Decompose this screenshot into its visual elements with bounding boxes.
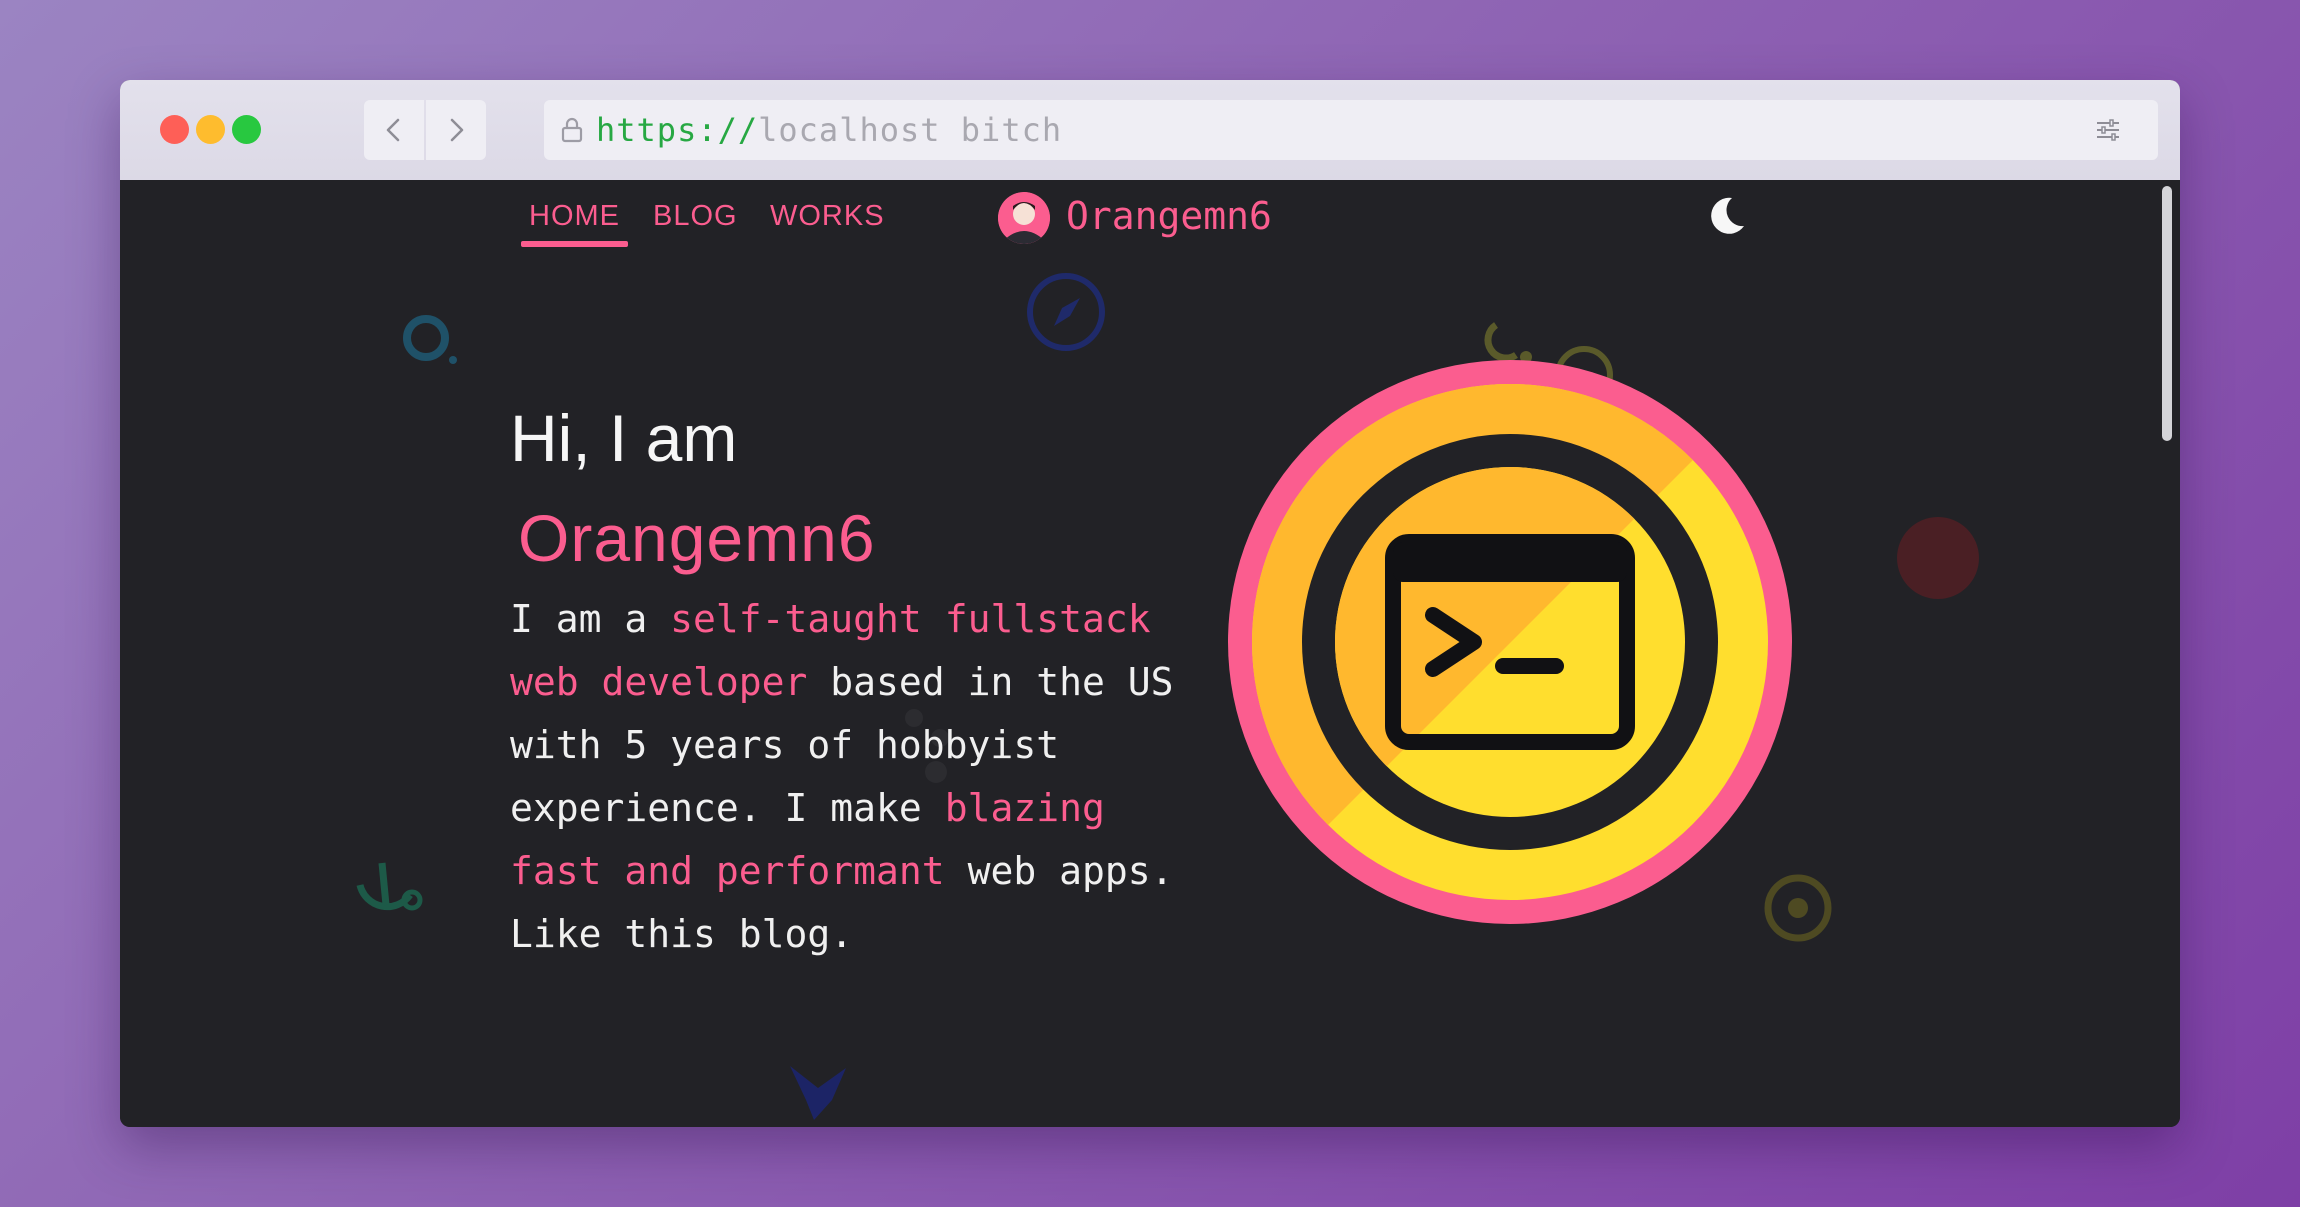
url-scheme: https:// [596,111,759,149]
browser-window: https://localhost bitch HOME BLOG WORKS … [120,80,2180,1127]
hero-bio: I am a self-taught fullstack web develop… [510,588,1210,966]
dot-icon [1897,517,1979,599]
moon-icon[interactable] [1704,194,1748,238]
close-window-button[interactable] [160,115,189,144]
bio-text: I am a [510,597,671,641]
forward-button[interactable] [426,100,486,160]
sliders-icon [2097,119,2119,141]
scrollbar-thumb[interactable] [2162,186,2172,441]
page-content: HOME BLOG WORKS Orangemn6 Hi, I am Orang… [120,180,2180,1127]
terminal-logo-icon [1228,360,1792,924]
site-brand[interactable]: Orangemn6 [1066,194,1272,238]
avatar[interactable] [998,192,1050,244]
chevron-left-icon [386,118,400,142]
anchor-icon [356,862,423,911]
minimize-window-button[interactable] [196,115,225,144]
maximize-window-button[interactable] [232,115,261,144]
url-host: localhost bitch [758,111,1063,149]
browser-titlebar: https://localhost bitch [120,80,2180,180]
nav-blog-link[interactable]: BLOG [653,200,738,233]
search-icon [403,315,457,364]
address-bar[interactable]: https://localhost bitch [544,100,2158,160]
user-avatar-icon [998,192,1050,244]
compass-icon [1027,273,1105,351]
chevron-right-icon [450,118,464,142]
nav-works-link[interactable]: WORKS [770,200,885,233]
lock-icon [561,117,583,143]
back-button[interactable] [364,100,424,160]
url-text: https://localhost bitch [596,100,1062,160]
settings-button[interactable] [2078,100,2138,160]
bird-icon [790,1066,846,1120]
nav-home-link[interactable]: HOME [521,200,628,247]
hero-name: Orangemn6 [518,501,876,575]
hero-greeting: Hi, I am [510,401,738,475]
